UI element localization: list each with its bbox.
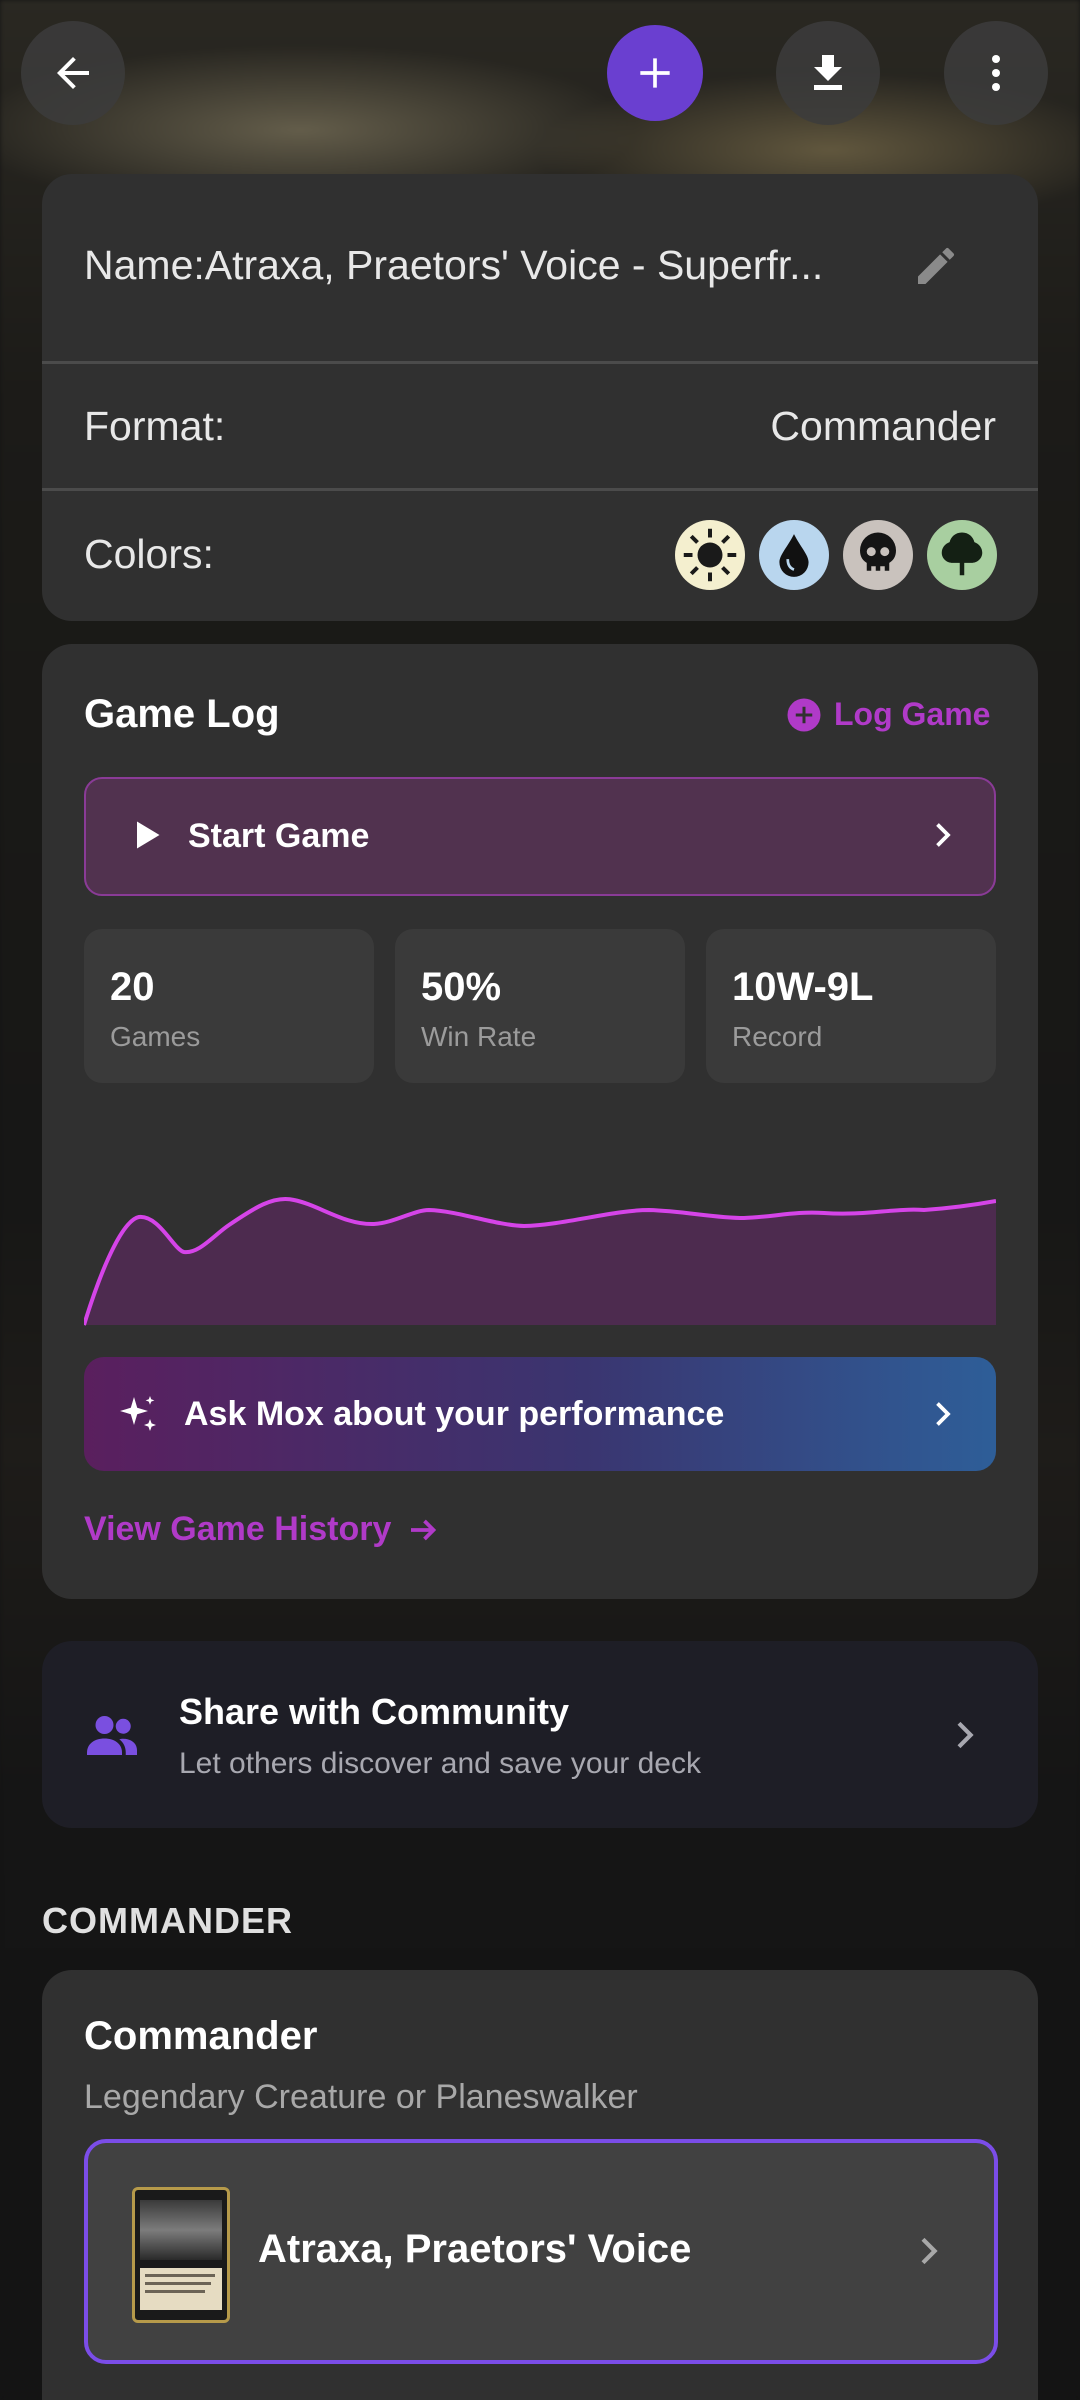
pencil-icon bbox=[918, 247, 954, 284]
commander-card: Commander Legendary Creature or Planeswa… bbox=[42, 1970, 1038, 2400]
chevron-right-icon bbox=[936, 823, 951, 847]
commander-card-title: Commander bbox=[84, 2014, 318, 2058]
commander-name: Atraxa, Praetors' Voice bbox=[258, 2227, 692, 2271]
download-button[interactable] bbox=[776, 21, 880, 125]
commander-section-heading: COMMANDER bbox=[42, 1900, 293, 1941]
commander-card-thumbnail bbox=[132, 2187, 230, 2323]
format-label: Format: bbox=[84, 403, 226, 449]
chevron-right-icon bbox=[936, 1402, 951, 1426]
view-history-label: View Game History bbox=[84, 1510, 392, 1548]
share-subtitle: Let others discover and save your deck bbox=[179, 1747, 701, 1780]
mana-black-skull-icon bbox=[843, 520, 913, 590]
commander-slot-atraxa[interactable]: Atraxa, Praetors' Voice bbox=[84, 2139, 998, 2364]
stat-label: Record bbox=[732, 1021, 823, 1052]
share-title: Share with Community bbox=[179, 1691, 570, 1732]
stat-value: 10W-9L bbox=[732, 965, 874, 1009]
share-with-community-card[interactable]: Share with Community Let others discover… bbox=[42, 1641, 1038, 1828]
stat-value: 50% bbox=[421, 965, 502, 1009]
colors-label: Colors: bbox=[84, 531, 214, 577]
more-options-button[interactable] bbox=[944, 21, 1048, 125]
divider bbox=[42, 488, 1038, 491]
water-drop-icon bbox=[779, 534, 809, 577]
plus-circle-icon bbox=[787, 698, 821, 731]
log-game-button[interactable]: Log Game bbox=[786, 696, 990, 733]
chevron-right-icon bbox=[957, 1721, 974, 1749]
divider bbox=[42, 361, 1038, 364]
log-game-label: Log Game bbox=[834, 696, 991, 732]
commander-card-subtitle: Legendary Creature or Planeswalker bbox=[84, 2078, 638, 2116]
chart-area bbox=[84, 1198, 996, 1325]
mana-blue-water-drop-icon bbox=[759, 520, 829, 590]
skull-icon bbox=[860, 532, 896, 571]
view-game-history-link[interactable]: View Game History bbox=[84, 1510, 441, 1549]
stat-label: Games bbox=[110, 1021, 201, 1052]
ask-mox-button[interactable]: Ask Mox about your performance bbox=[84, 1357, 996, 1471]
format-value: Commander bbox=[770, 403, 996, 449]
arrow-left-icon bbox=[57, 57, 89, 89]
mana-green-tree-icon bbox=[927, 520, 997, 590]
more-vertical-icon bbox=[992, 55, 1000, 91]
sparkles-icon bbox=[120, 1396, 156, 1431]
sun-icon bbox=[683, 528, 737, 582]
play-icon bbox=[137, 821, 160, 849]
chevron-right-icon bbox=[921, 2237, 938, 2265]
edit-name-button[interactable] bbox=[904, 234, 968, 298]
win-rate-trend-chart bbox=[84, 1196, 996, 1326]
stat-record: 10W-9L Record bbox=[706, 929, 996, 1083]
plus-icon bbox=[640, 58, 670, 88]
deck-info-card: Name:Atraxa, Praetors' Voice - Superfr..… bbox=[42, 174, 1038, 621]
stat-value: 20 bbox=[110, 965, 155, 1009]
stat-games: 20 Games bbox=[84, 929, 374, 1083]
stat-label: Win Rate bbox=[421, 1021, 537, 1052]
start-game-button[interactable]: Start Game bbox=[84, 777, 996, 896]
game-log-title: Game Log bbox=[84, 692, 280, 736]
deck-name-label: Name:Atraxa, Praetors' Voice - Superfr..… bbox=[84, 242, 824, 288]
add-button[interactable] bbox=[607, 25, 703, 121]
stat-win-rate: 50% Win Rate bbox=[395, 929, 685, 1083]
ask-mox-label: Ask Mox about your performance bbox=[184, 1395, 725, 1433]
back-button[interactable] bbox=[21, 21, 125, 125]
mana-white-sun-icon bbox=[675, 520, 745, 590]
tree-icon bbox=[941, 532, 983, 576]
people-icon bbox=[87, 1716, 137, 1755]
start-game-label: Start Game bbox=[188, 817, 370, 855]
arrow-right-icon bbox=[411, 1519, 437, 1540]
download-icon bbox=[814, 55, 842, 90]
